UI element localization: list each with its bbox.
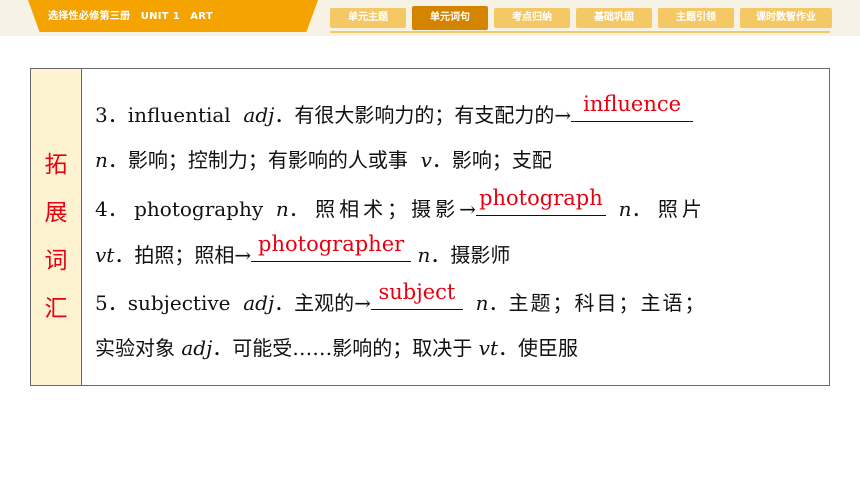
tab-unit-theme[interactable]: 单元主题: [330, 8, 406, 28]
breadcrumb: 选择性必修第三册 UNIT 1 ART: [48, 11, 213, 22]
tab-theme-guide[interactable]: 主题引领: [658, 8, 734, 28]
pos-label: adj: [243, 103, 275, 127]
answer-text: photographer: [258, 232, 405, 256]
answer-text: subject: [378, 280, 456, 304]
answer-blank[interactable]: influence: [571, 92, 694, 122]
side-char-3: 词: [44, 248, 68, 274]
pos-label: n: [275, 197, 289, 221]
definition: 照相术；摄影: [315, 197, 460, 221]
side-char-4: 汇: [44, 296, 68, 322]
side-char-2: 展: [44, 200, 68, 226]
definition: 主题；科目；主语；: [508, 291, 707, 315]
definition: 主观的: [294, 291, 355, 315]
pos-label: adj: [181, 336, 213, 360]
pos-label: n: [95, 148, 108, 172]
definition: 有很大影响力的；有支配力的: [294, 103, 555, 127]
pos-label: vt: [478, 336, 498, 360]
entry-5-line-1: 5．subjective adj．主观的→ subject n．主题；科目；主语；: [95, 280, 707, 316]
pos-label: vt: [95, 243, 115, 267]
headword: influential: [127, 103, 231, 127]
entry-number: 5: [95, 291, 108, 315]
pos-label: adj: [243, 291, 275, 315]
definition: 照片: [657, 197, 706, 221]
answer-text: photograph: [479, 186, 603, 210]
pos-label: v: [420, 148, 432, 172]
definition: 可能受……影响的；取决于: [232, 336, 473, 360]
side-label-panel: 拓 展 词 汇: [31, 69, 82, 385]
definition: 拍照；照相: [134, 243, 235, 267]
answer-blank[interactable]: photograph: [475, 186, 606, 216]
pos-label: n: [618, 197, 632, 221]
definition: 影响；控制力；有影响的人或事: [127, 148, 408, 172]
answer-blank[interactable]: subject: [370, 280, 463, 310]
pos-label: n: [475, 291, 489, 315]
entry-number: 4: [95, 197, 108, 221]
tab-strip-line: [330, 31, 830, 33]
tab-homework[interactable]: 课时数智作业: [740, 8, 832, 28]
entry-5-line-2: 实验对象 adj．可能受……影响的；取决于 vt．使臣服: [95, 336, 578, 360]
entry-4-line-1: 4． photography n． 照相术；摄影→ photograph n． 照…: [95, 186, 706, 222]
pos-label: n: [417, 243, 431, 267]
headword: photography: [134, 197, 264, 221]
definition: 影响；支配: [451, 148, 552, 172]
tab-basic-practice[interactable]: 基础巩固: [576, 8, 652, 28]
vocab-box: 拓 展 词 汇 3．influential adj．有很大影响力的；有支配力的→…: [30, 68, 830, 386]
entry-4-line-2: vt．拍照；照相→ photographer n．摄影师: [95, 232, 511, 268]
top-bar: 选择性必修第三册 UNIT 1 ART 单元主题 单元词句 考点归纳 基础巩固 …: [0, 0, 860, 36]
answer-text: influence: [583, 92, 682, 116]
entry-3-line-1: 3．influential adj．有很大影响力的；有支配力的→ influenc…: [95, 92, 694, 127]
side-char-1: 拓: [44, 152, 68, 178]
entry-number: 3: [95, 103, 108, 127]
definition: 实验对象: [95, 336, 175, 360]
answer-blank[interactable]: photographer: [251, 232, 412, 262]
headword: subjective: [127, 291, 231, 315]
entry-3-line-2: n．影响；控制力；有影响的人或事 v．影响；支配: [95, 148, 552, 172]
tab-key-points[interactable]: 考点归纳: [494, 8, 570, 28]
definition: 使臣服: [518, 336, 578, 360]
tab-unit-vocab[interactable]: 单元词句: [412, 6, 488, 30]
definition: 摄影师: [450, 243, 511, 267]
